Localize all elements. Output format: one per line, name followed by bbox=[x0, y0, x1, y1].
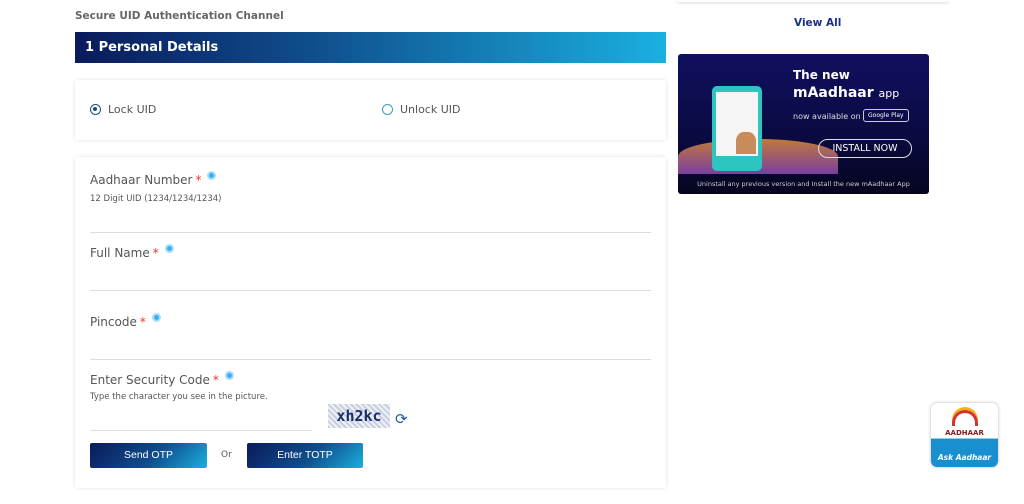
banner-available: now available on bbox=[793, 112, 861, 121]
ask-aadhaar-button[interactable]: AADHAAR Ask Aadhaar bbox=[931, 403, 998, 467]
news-panel bbox=[678, 0, 948, 2]
phone-illustration bbox=[712, 86, 762, 171]
lock-mode-card: Lock UID Unlock UID bbox=[75, 80, 666, 140]
info-icon[interactable] bbox=[151, 313, 161, 322]
radio-label: Lock UID bbox=[108, 103, 157, 116]
radio-unchecked-icon bbox=[382, 104, 393, 115]
install-now-button[interactable]: INSTALL NOW bbox=[818, 139, 912, 158]
pincode-label: Pincode * bbox=[90, 313, 161, 329]
info-icon[interactable] bbox=[164, 244, 174, 253]
full-name-input[interactable] bbox=[90, 271, 651, 291]
google-play-badge[interactable]: Google Play bbox=[863, 109, 909, 122]
personal-details-form: Aadhaar Number * 12 Digit UID (1234/1234/… bbox=[75, 157, 666, 488]
security-code-label: Enter Security Code * bbox=[90, 371, 234, 387]
send-otp-button[interactable]: Send OTP bbox=[90, 443, 207, 468]
info-icon[interactable] bbox=[207, 171, 217, 180]
banner-footer: Uninstall any previous version and Insta… bbox=[697, 180, 910, 188]
banner-app-name: mAadhaar app bbox=[793, 85, 900, 101]
child-photo bbox=[736, 132, 756, 154]
aadhaar-logo-text: AADHAAR bbox=[945, 429, 984, 437]
maadhaar-banner[interactable]: The new mAadhaar app now available on Go… bbox=[678, 54, 929, 194]
radio-label: Unlock UID bbox=[400, 103, 461, 116]
aadhaar-hint: 12 Digit UID (1234/1234/1234) bbox=[90, 194, 222, 204]
section-header: 1 Personal Details bbox=[75, 32, 666, 63]
ask-aadhaar-label: Ask Aadhaar bbox=[937, 453, 992, 462]
info-icon[interactable] bbox=[224, 371, 234, 380]
banner-line1: The new bbox=[793, 68, 850, 82]
captcha-image: xh2kc bbox=[328, 404, 390, 428]
security-code-hint: Type the character you see in the pictur… bbox=[90, 392, 268, 402]
radio-checked-icon bbox=[90, 104, 101, 115]
aadhaar-input[interactable] bbox=[90, 213, 651, 233]
security-code-input[interactable] bbox=[90, 411, 312, 431]
view-all-link[interactable]: View All bbox=[794, 17, 841, 29]
aadhaar-logo-icon bbox=[952, 410, 978, 426]
radio-unlock-uid[interactable]: Unlock UID bbox=[382, 103, 461, 116]
full-name-label: Full Name * bbox=[90, 244, 174, 260]
breadcrumb: Secure UID Authentication Channel bbox=[75, 10, 284, 22]
aadhaar-label: Aadhaar Number * bbox=[90, 171, 217, 187]
pincode-input[interactable] bbox=[90, 340, 651, 360]
enter-totp-button[interactable]: Enter TOTP bbox=[247, 443, 363, 468]
refresh-captcha-icon[interactable]: ⟳ bbox=[395, 410, 408, 428]
radio-lock-uid[interactable]: Lock UID bbox=[90, 103, 156, 116]
or-separator: Or bbox=[221, 450, 232, 460]
